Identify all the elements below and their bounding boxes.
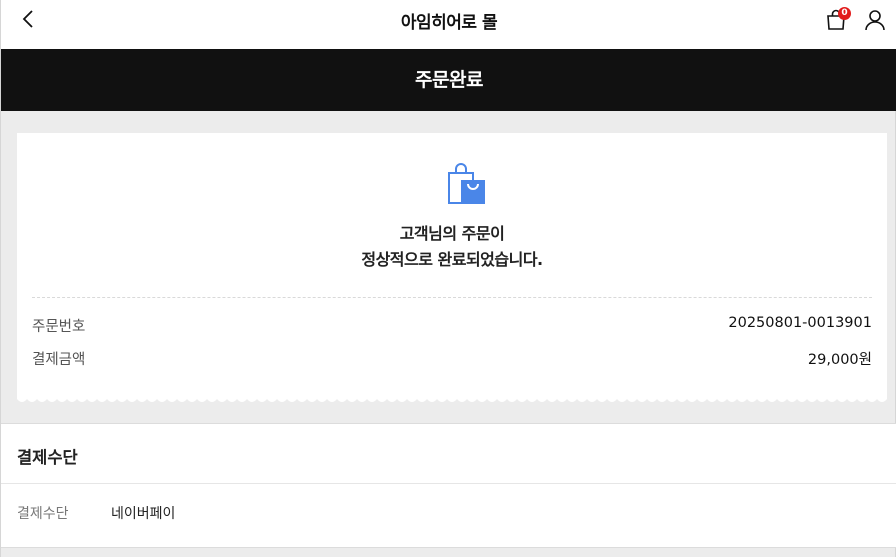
message-line-1: 고객님의 주문이 (399, 224, 505, 243)
order-receipt-card: 고객님의 주문이 정상적으로 완료되었습니다. 주문번호 20250801-00… (17, 133, 887, 399)
order-number-row: 주문번호 20250801-0013901 (32, 315, 872, 337)
dashed-divider (32, 297, 872, 298)
top-bar: 아임히어로 몰 0 (1, 0, 896, 49)
order-number-value: 20250801-0013901 (728, 315, 872, 331)
payment-amount-row: 결제금액 29,000원 (32, 348, 872, 370)
payment-method-label: 결제수단 (17, 506, 69, 522)
cart-count-badge: 0 (838, 7, 851, 20)
receipt-zigzag-edge (17, 396, 887, 402)
section-divider (1, 483, 896, 484)
payment-amount-label: 결제금액 (32, 352, 86, 368)
app-title: 아임히어로 몰 (400, 13, 498, 33)
page-title: 주문완료 (1, 49, 896, 111)
user-icon (865, 10, 885, 31)
section-title: 결제수단 (17, 448, 78, 467)
message-line-2: 정상적으로 완료되었습니다. (361, 250, 543, 269)
user-button[interactable] (864, 8, 886, 32)
app-frame: 아임히어로 몰 0 주문완료 고객님의 주문이 정상적으로 완료되었습니다. 주… (0, 0, 896, 557)
payment-amount-value: 29,000원 (807, 352, 872, 368)
order-number-label: 주문번호 (32, 319, 86, 335)
payment-method-value: 네이버페이 (111, 506, 176, 522)
payment-method-section: 결제수단 결제수단 네이버페이 (1, 423, 896, 548)
shopping-bag-icon (447, 163, 487, 207)
order-complete-message: 고객님의 주문이 정상적으로 완료되었습니다. (17, 221, 887, 273)
